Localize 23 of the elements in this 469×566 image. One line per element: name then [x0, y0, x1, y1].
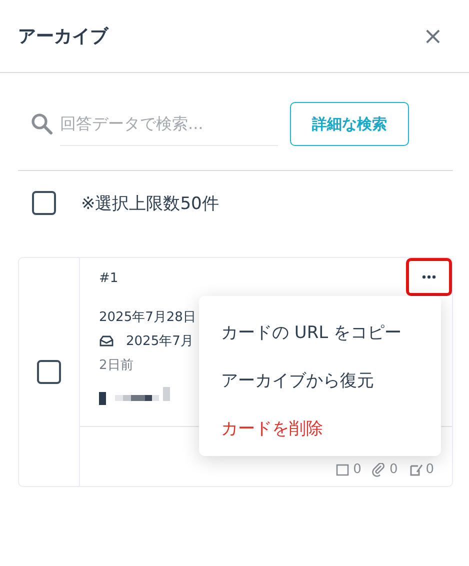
- count-label: 0: [426, 462, 434, 477]
- close-button[interactable]: ×: [422, 22, 443, 50]
- card-date: 2025年7月28日: [99, 309, 196, 326]
- menu-item[interactable]: カードの URL をコピー: [199, 308, 441, 356]
- checkbox[interactable]: [37, 360, 61, 384]
- more-icon: [422, 275, 436, 279]
- checkbox[interactable]: [32, 191, 56, 215]
- panel-title: アーカイブ: [18, 25, 108, 48]
- count-label: 0: [353, 462, 362, 477]
- search-icon: [30, 112, 54, 136]
- selection-limit-note: ※選択上限数50件: [81, 192, 219, 214]
- comment-icon: [336, 463, 350, 477]
- menu-item[interactable]: カードを削除: [199, 404, 441, 452]
- received-date: 2025年7月: [126, 333, 194, 350]
- count-label: 0: [389, 462, 398, 477]
- envelope-icon: [99, 335, 114, 347]
- card-number: #1: [99, 270, 118, 286]
- paperclip-icon: [372, 463, 386, 477]
- advanced-search-button[interactable]: 詳細な検索: [290, 102, 409, 146]
- elapsed-time: 2日前: [99, 357, 134, 374]
- note-icon: [408, 463, 423, 477]
- menu-item[interactable]: アーカイブから復元: [199, 356, 441, 404]
- more-button[interactable]: [406, 258, 452, 296]
